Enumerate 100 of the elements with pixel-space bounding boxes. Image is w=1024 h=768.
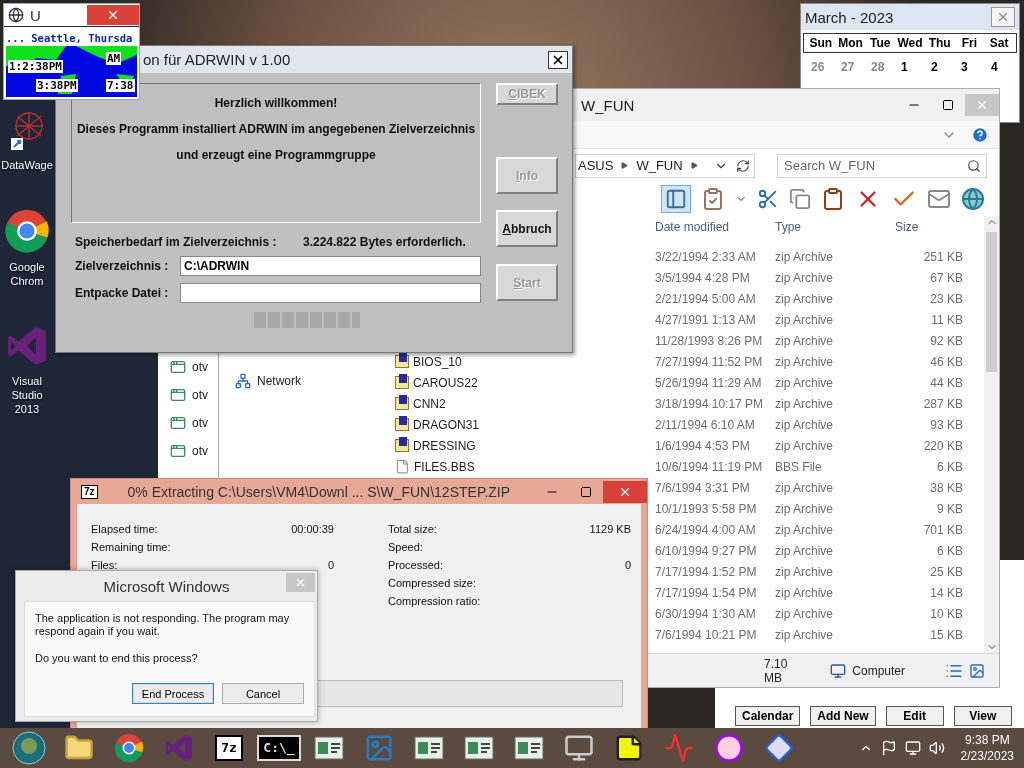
toolbar-button[interactable]: Calendar (735, 706, 801, 726)
file-name[interactable]: CAROUS22 (413, 375, 478, 390)
space-label: Speicherbedarf im Zielverzeichnis : (75, 235, 278, 249)
search-icon[interactable] (967, 158, 981, 173)
desktop-icon-label[interactable]: Google Chrom (1, 260, 53, 288)
stat-value: 0 (624, 559, 631, 571)
chrome-icon[interactable] (114, 733, 144, 763)
file-name[interactable]: DRESSING (413, 438, 476, 453)
diamond-icon[interactable] (764, 733, 794, 763)
type-cell-text: zip Archive (774, 606, 835, 621)
search-field[interactable]: Search W_FUN (777, 153, 987, 178)
date-cell-text: 1/6/1994 4:53 PM (654, 438, 751, 453)
file-name[interactable]: CNN2 (413, 396, 446, 411)
type-cell-text: zip Archive (774, 291, 835, 306)
list-item-label[interactable]: otv (192, 388, 208, 402)
weekday-label: Wed (896, 36, 924, 50)
calendar-day[interactable]: 27 (835, 56, 865, 78)
arrow-right-icon (621, 162, 629, 169)
status-location: Computer (852, 663, 905, 678)
calendar-day[interactable]: 2 (925, 56, 955, 78)
clock-icon[interactable] (714, 733, 744, 763)
clock-date[interactable]: 2/23/2023 (960, 748, 1014, 764)
monitor-icon[interactable] (564, 733, 594, 763)
stat-label: Elapsed time: (91, 523, 158, 535)
toolbar-button[interactable]: Edit (885, 706, 944, 726)
pane-button[interactable] (661, 185, 691, 213)
calendar-day[interactable]: 4 (985, 56, 1015, 78)
envelope-icon[interactable] (927, 187, 951, 211)
column-header[interactable]: Type (771, 220, 891, 234)
help-icon[interactable] (971, 125, 989, 144)
calendar-day[interactable]: 1 (895, 56, 925, 78)
note-icon[interactable] (614, 733, 644, 763)
maximize-icon[interactable] (942, 99, 954, 111)
list-item-label[interactable]: otv (192, 360, 208, 374)
window-icon (170, 415, 186, 431)
desktop-icon-label[interactable]: Visual Studio 2013 (1, 374, 53, 416)
column-header[interactable]: Date modified (651, 220, 771, 234)
dialog-message: The application is not responding. The program may respond again if you wait. (35, 612, 291, 638)
column-header[interactable]: Size (891, 220, 963, 234)
file-name[interactable]: BIOS_10 (413, 354, 462, 369)
size-cell-text: 701 KB (922, 522, 963, 537)
list-item-label[interactable]: otv (192, 416, 208, 430)
toolbar-button[interactable]: Add New (810, 706, 876, 726)
breadcrumb-item[interactable]: W_FUN (636, 158, 683, 173)
flag-icon[interactable] (880, 740, 897, 756)
file-name[interactable]: DRAGON31 (413, 417, 480, 432)
file-name[interactable]: FILES.BBS (414, 459, 475, 474)
window-icon[interactable] (514, 735, 544, 761)
thumbnail-view-icon[interactable] (969, 662, 985, 679)
stat-label: Processed: (388, 559, 444, 571)
desktop-icon-label[interactable]: DataWage (1, 158, 53, 172)
7z-icon[interactable]: 7z (215, 735, 243, 761)
status-size: 7.10 MB (764, 656, 789, 685)
type-cell-text: zip Archive (774, 627, 835, 642)
toolbar-button[interactable]: View (953, 706, 1012, 726)
window-icon[interactable] (314, 735, 344, 761)
maximize-icon[interactable] (580, 485, 592, 498)
clipboard-check-icon[interactable] (701, 187, 725, 211)
dialog-button[interactable]: Cancel (222, 683, 304, 704)
globe-icon[interactable] (961, 187, 985, 211)
dialog-button[interactable]: End Process (132, 683, 214, 704)
7z-icon: 7z (81, 484, 98, 499)
input-field[interactable] (180, 283, 481, 303)
window-icon (170, 359, 186, 375)
message-text: und erzeugt eine Programmgruppe (176, 147, 376, 164)
calendar-day[interactable]: 26 (805, 56, 835, 78)
address-bar[interactable]: ASUS W_FUN (575, 153, 755, 178)
nav-item[interactable]: Network (257, 374, 301, 388)
chrome-icon[interactable] (4, 208, 50, 254)
size-cell-text: 44 KB (929, 375, 963, 390)
zip-file-icon (395, 418, 409, 431)
size-cell-text: 25 KB (929, 564, 963, 579)
console-icon[interactable]: C:\_ (257, 735, 301, 761)
scrollbar[interactable] (984, 216, 999, 653)
size-cell-text: 14 KB (929, 585, 963, 600)
calendar-day[interactable]: 28 (865, 56, 895, 78)
clock-time[interactable]: 9:38 PM (964, 732, 1010, 748)
calendar-day[interactable]: 3 (955, 56, 985, 78)
scroll-thumb[interactable] (986, 232, 997, 372)
start-orb-icon[interactable] (12, 731, 46, 765)
size-cell-text: 220 KB (922, 438, 963, 453)
window-icon (170, 387, 186, 403)
copy-icon[interactable] (789, 188, 811, 210)
size-cell-text: 92 KB (929, 333, 963, 348)
dialog-question: Do you want to end this process? (35, 652, 199, 665)
refresh-icon[interactable] (736, 158, 750, 173)
input-field[interactable]: C:\ADRWIN (180, 256, 481, 276)
date-cell-text: 6/10/1994 9:27 PM (654, 543, 758, 558)
list-item-label[interactable]: otv (192, 444, 208, 458)
window-icon[interactable] (464, 735, 494, 761)
size-cell-text: 287 KB (922, 396, 963, 411)
window-icon[interactable] (414, 735, 444, 761)
zip-file-icon (395, 397, 409, 410)
breadcrumb-item[interactable]: ASUS (578, 158, 614, 173)
clipboard-icon[interactable] (821, 187, 845, 211)
scissors-icon[interactable] (757, 188, 779, 210)
speaker-icon[interactable] (928, 740, 945, 756)
type-cell-text: zip Archive (774, 564, 835, 579)
stat-label: Compressed size: (388, 577, 477, 589)
installer-button[interactable]: Abbruch (496, 210, 558, 247)
